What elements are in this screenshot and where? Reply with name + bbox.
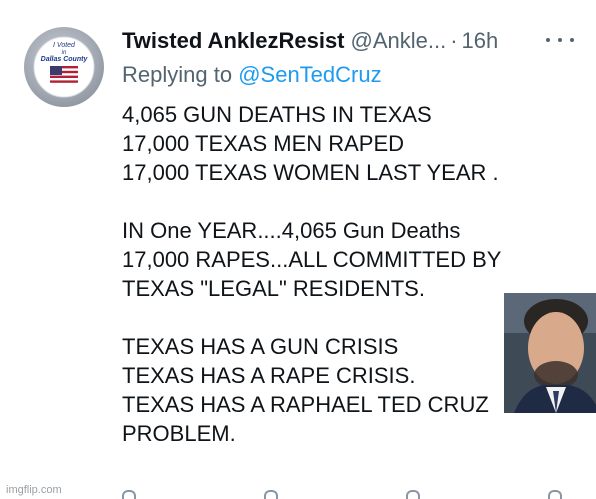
separator-dot: · [450, 28, 458, 53]
more-icon[interactable] [546, 30, 574, 50]
portrait-image [504, 293, 596, 413]
replying-to-handle[interactable]: @SenTedCruz [238, 62, 381, 87]
tweet: I Voted in Dallas County Twisted AnklezR… [6, 0, 596, 499]
reply-icon[interactable] [122, 490, 136, 499]
tweet-line: 17,000 RAPES...ALL COMMITTED BY [122, 247, 502, 272]
inset-photo [504, 293, 596, 413]
watermark: imgflip.com [6, 484, 62, 496]
line-break [122, 187, 592, 216]
avatar[interactable]: I Voted in Dallas County [24, 27, 104, 107]
replying-to-label: Replying to [122, 62, 233, 87]
tweet-line: 17,000 TEXAS WOMEN LAST YEAR . [122, 160, 499, 185]
tweet-header: Twisted AnklezResist @Ankle... · 16h [122, 26, 582, 56]
tweet-line: 17,000 TEXAS MEN RAPED [122, 131, 405, 156]
replying-to: Replying to @SenTedCruz [122, 62, 382, 88]
tweet-time[interactable]: 16h [462, 28, 499, 54]
share-icon[interactable] [548, 490, 562, 499]
avatar-text-3: Dallas County [41, 56, 89, 63]
screenshot-frame: I Voted in Dallas County Twisted AnklezR… [0, 0, 596, 499]
avatar-text-1: I Voted [53, 42, 76, 49]
us-flag-icon [50, 66, 78, 83]
i-voted-sticker-image: I Voted in Dallas County [33, 36, 95, 98]
like-icon[interactable] [406, 490, 420, 499]
tweet-actions [122, 490, 562, 499]
tweet-line: 4,065 GUN DEATHS IN TEXAS [122, 102, 432, 127]
retweet-icon[interactable] [264, 490, 278, 499]
tweet-line: PROBLEM. [122, 421, 236, 446]
author-name[interactable]: Twisted AnklezResist [122, 28, 345, 54]
author-handle[interactable]: @Ankle... [351, 28, 447, 54]
tweet-line: IN One YEAR....4,065 Gun Deaths [122, 218, 461, 243]
